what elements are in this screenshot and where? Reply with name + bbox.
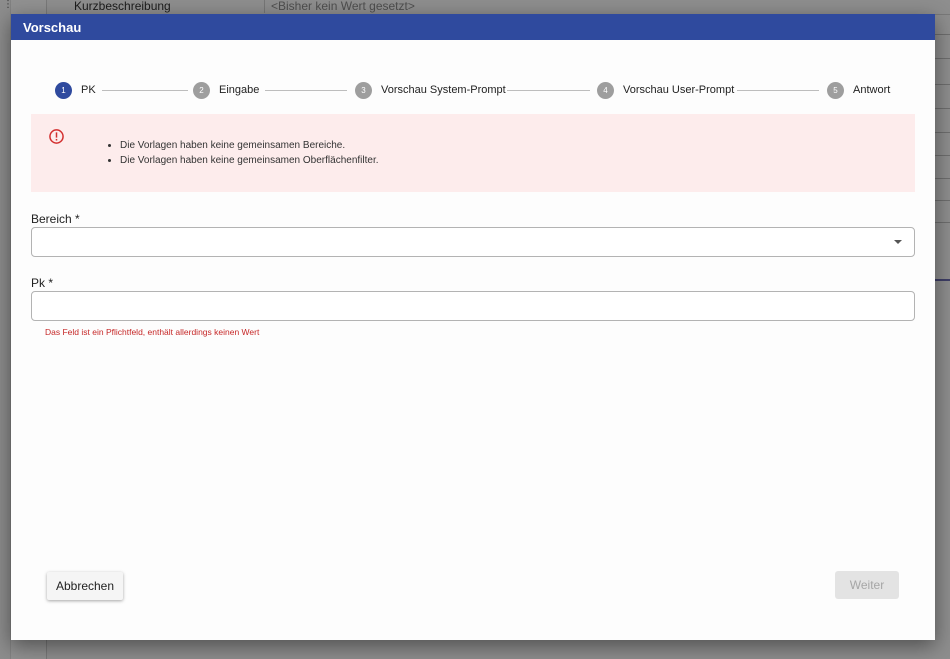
step-connector xyxy=(265,90,347,91)
step-number: 2 xyxy=(193,81,210,99)
bereich-select[interactable] xyxy=(31,227,915,257)
alert-message-list: Die Vorlagen haben keine gemeinsamen Ber… xyxy=(102,138,379,168)
next-button[interactable]: Weiter xyxy=(835,571,899,599)
step-label: Vorschau User-Prompt xyxy=(623,84,735,96)
pk-input[interactable] xyxy=(31,291,915,321)
step-pk[interactable]: 1 PK xyxy=(55,81,96,99)
step-connector xyxy=(102,90,188,91)
step-number: 1 xyxy=(55,81,72,99)
alert-message: Die Vorlagen haben keine gemeinsamen Obe… xyxy=(120,153,379,168)
pk-error-message: Das Feld ist ein Pflichtfeld, enthält al… xyxy=(45,327,260,337)
cancel-button[interactable]: Abbrechen xyxy=(47,572,123,600)
step-vorschau-system-prompt[interactable]: 3 Vorschau System-Prompt xyxy=(355,81,506,99)
error-circle-icon xyxy=(49,129,64,144)
step-label: PK xyxy=(81,84,96,96)
step-eingabe[interactable]: 2 Eingabe xyxy=(193,81,260,99)
step-connector xyxy=(507,90,590,91)
step-label: Eingabe xyxy=(219,84,260,96)
step-vorschau-user-prompt[interactable]: 4 Vorschau User-Prompt xyxy=(597,81,735,99)
step-label: Vorschau System-Prompt xyxy=(381,84,506,96)
dialog-title: Vorschau xyxy=(11,14,935,40)
step-connector xyxy=(737,90,819,91)
pk-label: Pk * xyxy=(31,276,54,290)
step-number: 3 xyxy=(355,81,372,99)
step-label: Antwort xyxy=(853,84,891,96)
alert-message: Die Vorlagen haben keine gemeinsamen Ber… xyxy=(120,138,379,153)
stepper: 1 PK 2 Eingabe 3 Vorschau System-Prompt … xyxy=(55,81,891,99)
chevron-down-icon xyxy=(894,240,902,244)
step-number: 5 xyxy=(827,81,844,99)
error-alert: Die Vorlagen haben keine gemeinsamen Ber… xyxy=(31,114,915,192)
bereich-label: Bereich * xyxy=(31,212,80,226)
step-number: 4 xyxy=(597,81,614,99)
preview-dialog: Vorschau 1 PK 2 Eingabe 3 Vorschau Syste… xyxy=(11,14,935,640)
step-antwort[interactable]: 5 Antwort xyxy=(827,81,891,99)
